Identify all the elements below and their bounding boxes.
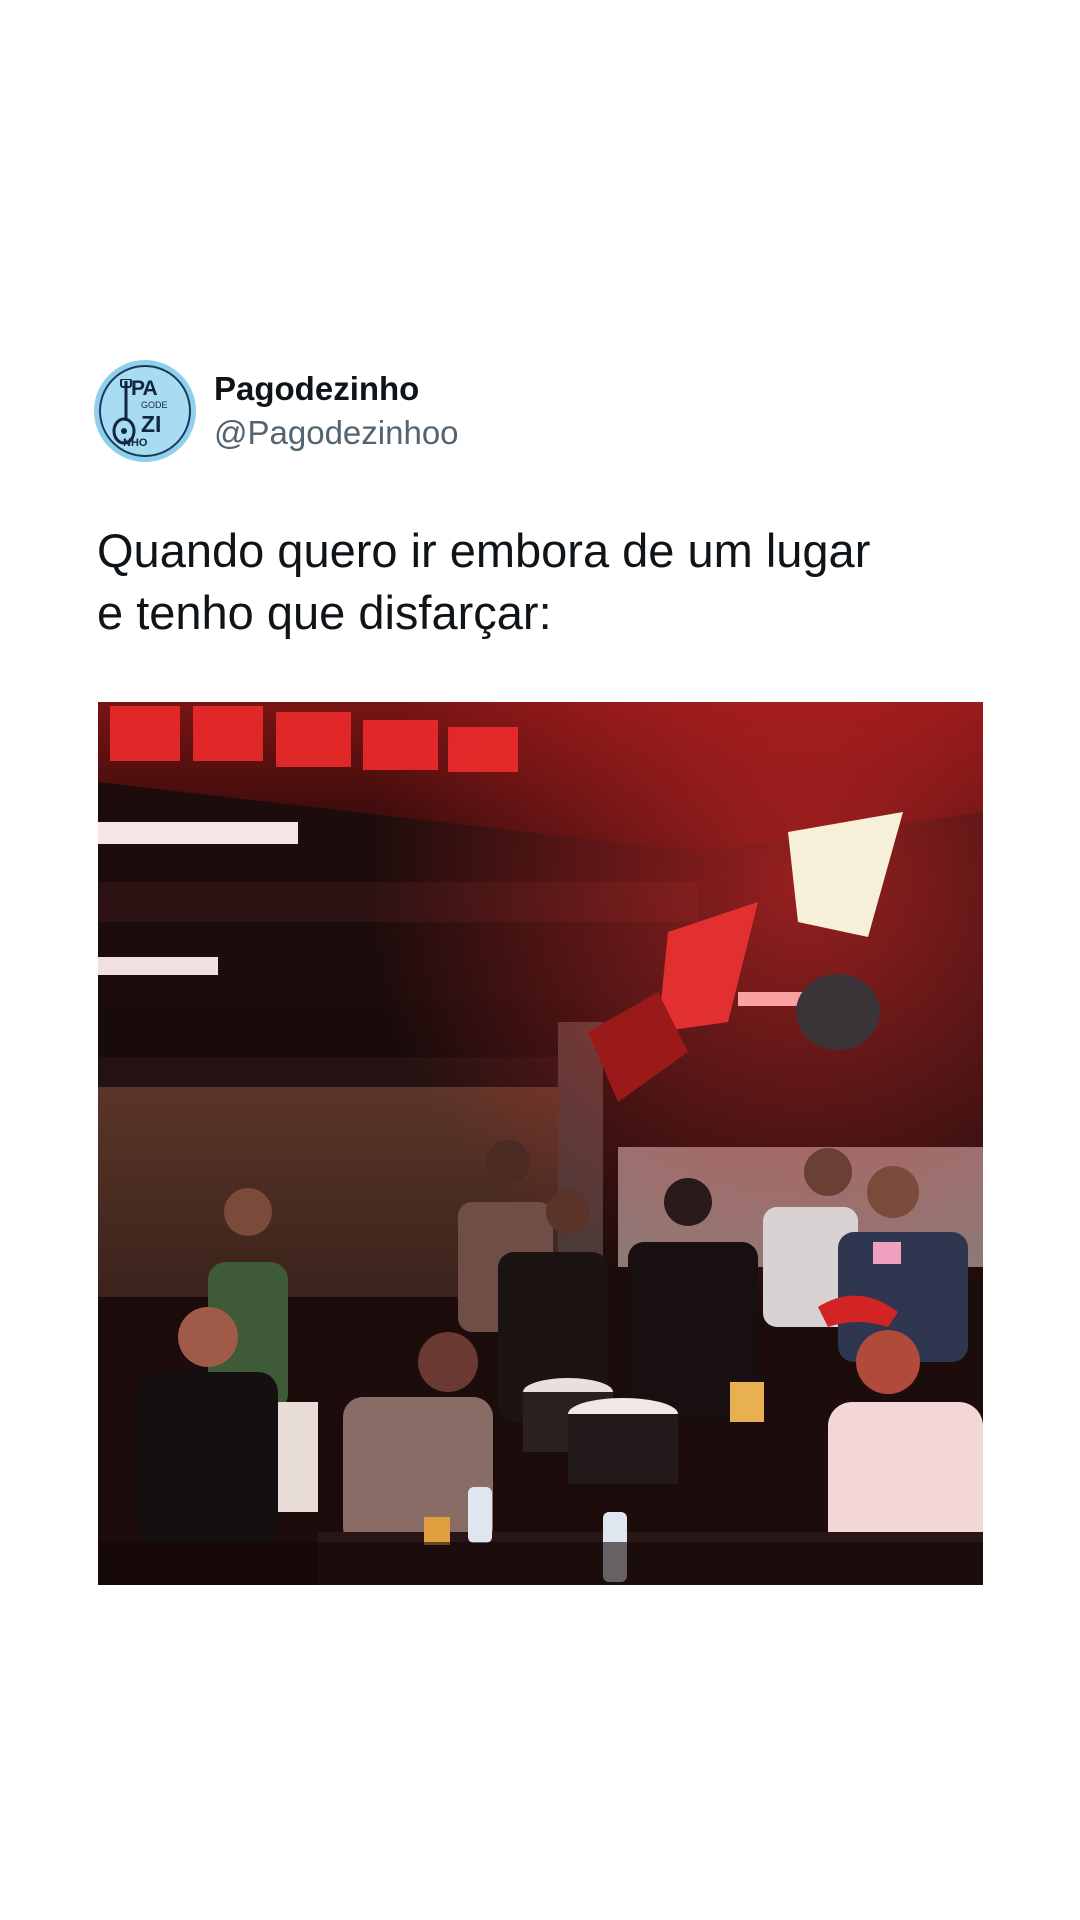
party-scene-image [98, 702, 983, 1585]
author-info: Pagodezinho @Pagodezinhoo [214, 367, 459, 455]
logo-text-1: PA [131, 377, 158, 400]
tweet-media-video[interactable] [98, 702, 983, 1585]
tweet-text: Quando quero ir embora de um lugar e ten… [97, 520, 997, 644]
avatar[interactable]: PA GODE ZI NHO [94, 360, 196, 462]
logo-text-2: GODE [141, 400, 168, 410]
tweet-header: PA GODE ZI NHO Pagodezinho @Pagodezinhoo [94, 360, 459, 462]
tweet-text-line-2: e tenho que disfarçar: [97, 586, 552, 639]
pagodezinho-logo: PA GODE ZI NHO [99, 365, 191, 457]
logo-text-3: ZI [141, 411, 162, 437]
tweet-text-line-1: Quando quero ir embora de um lugar [97, 524, 871, 577]
user-handle[interactable]: @Pagodezinhoo [214, 411, 459, 455]
logo-text-4: NHO [123, 437, 148, 449]
display-name[interactable]: Pagodezinho [214, 367, 459, 411]
